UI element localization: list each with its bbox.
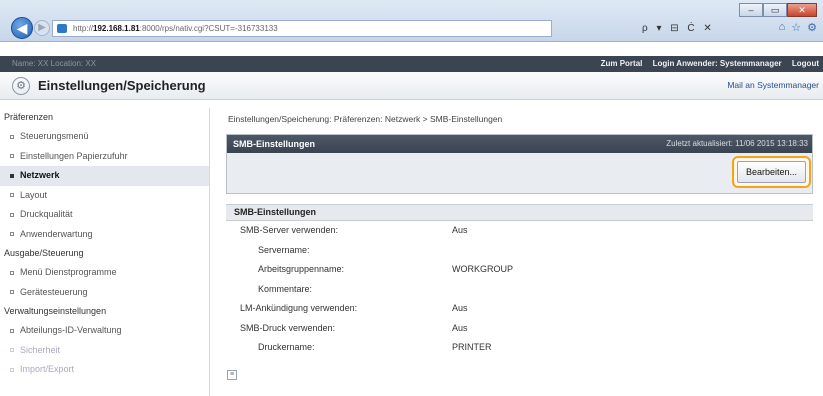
sidebar-item-user-maintenance[interactable]: Anwenderwartung xyxy=(0,225,209,245)
address-host: 192.168.1.81 xyxy=(93,24,140,33)
logout-link[interactable]: Logout xyxy=(792,59,819,68)
favicon-icon xyxy=(57,24,67,33)
bullet-icon xyxy=(10,232,14,237)
sidebar-item-import-export[interactable]: Import/Export xyxy=(0,360,209,380)
settings-row: Druckername: PRINTER xyxy=(226,338,813,358)
setting-label: Kommentare: xyxy=(258,283,313,294)
settings-panel: SMB-Einstellungen Zuletzt aktualisiert: … xyxy=(226,134,813,194)
bullet-icon xyxy=(10,270,14,275)
forward-button[interactable]: ▶ xyxy=(34,20,50,36)
main-content: Einstellungen/Speicherung: Präferenzen: … xyxy=(220,108,823,352)
sidebar-item-device-control[interactable]: Gerätesteuerung xyxy=(0,283,209,303)
settings-row: SMB-Druck verwenden: Aus xyxy=(226,319,813,339)
setting-label: SMB-Server verwenden: xyxy=(240,225,339,235)
edit-button-highlight: Bearbeiten... xyxy=(731,156,811,188)
settings-row: Kommentare: xyxy=(226,280,813,300)
panel-toolbar: Bearbeiten... xyxy=(227,153,812,193)
address-tools[interactable]: ρ ▾ ⊟ Ċ ✕ xyxy=(642,20,715,37)
sidebar-item-layout[interactable]: Layout xyxy=(0,186,209,206)
page-title: Einstellungen/Speicherung xyxy=(38,78,206,93)
sidebar-item-label: Layout xyxy=(20,189,48,200)
bullet-icon xyxy=(10,173,14,178)
page-header: ⚙ Einstellungen/Speicherung Mail an Syst… xyxy=(0,72,823,100)
address-bar[interactable]: http://192.168.1.81:8000/rps/nativ.cgi?C… xyxy=(52,20,552,37)
sidebar-item-network[interactable]: Netzwerk xyxy=(0,166,209,186)
sidebar-item-label: Steuerungsmenü xyxy=(20,131,89,141)
settings-row: Servername: xyxy=(226,241,813,261)
sidebar-item-label: Einstellungen Papierzufuhr xyxy=(20,150,128,161)
sidebar-item-label: Import/Export xyxy=(20,364,75,374)
bullet-icon xyxy=(10,154,14,159)
toolbar-icons: ⌂ ☆ ⚙ xyxy=(779,21,817,34)
portal-link[interactable]: Zum Portal xyxy=(601,59,643,68)
minimize-button[interactable]: – xyxy=(739,3,763,17)
gear-icon[interactable]: ⚙ xyxy=(807,21,817,34)
header-links: Zum Portal Login Anwender: Systemmanager… xyxy=(593,56,819,72)
setting-label: Arbeitsgruppenname: xyxy=(258,264,345,274)
setting-label: Servername: xyxy=(258,244,310,255)
bullet-icon xyxy=(10,134,14,139)
bullet-icon xyxy=(10,193,14,198)
sidebar-item-security[interactable]: Sicherheit xyxy=(0,341,209,361)
sidebar-heading-preferences[interactable]: Präferenzen xyxy=(0,108,209,127)
sidebar-item-print-quality[interactable]: Druckqualität xyxy=(0,205,209,225)
address-prefix: http:// xyxy=(73,24,94,33)
last-updated: Zuletzt aktualisiert: 11/06 2015 13:18:3… xyxy=(666,139,808,148)
setting-value: Aus xyxy=(452,303,468,313)
sidebar-item-control-menu[interactable]: Steuerungsmenü xyxy=(0,127,209,147)
device-topbar: Name: XX Location: XX Zum Portal Login A… xyxy=(0,56,823,72)
sidebar-heading-output[interactable]: Ausgabe/Steuerung xyxy=(0,244,209,263)
settings-gear-icon: ⚙ xyxy=(12,77,30,95)
bullet-icon xyxy=(10,348,14,353)
sidebar-item-utility-menu[interactable]: Menü Dienstprogramme xyxy=(0,263,209,283)
bullet-icon xyxy=(10,328,14,333)
address-rest: :8000/rps/nativ.cgi?CSUT=-316733133 xyxy=(139,24,278,33)
section-title: SMB-Einstellungen xyxy=(226,204,813,221)
sidebar-item-paper-feed[interactable]: Einstellungen Papierzufuhr xyxy=(0,147,209,167)
home-icon[interactable]: ⌂ xyxy=(779,21,786,34)
breadcrumb: Einstellungen/Speicherung: Präferenzen: … xyxy=(228,114,503,124)
sidebar-item-label: Netzwerk xyxy=(20,170,60,180)
sidebar-item-label: Gerätesteuerung xyxy=(20,286,88,297)
panel-header: SMB-Einstellungen Zuletzt aktualisiert: … xyxy=(227,135,812,153)
sidebar-item-label: Sicherheit xyxy=(20,344,61,355)
sidebar-item-label: Druckqualität xyxy=(20,209,73,219)
setting-value: WORKGROUP xyxy=(452,264,514,274)
setting-label: LM-Ankündigung verwenden: xyxy=(240,303,358,313)
sidebar-item-department-id[interactable]: Abteilungs-ID-Verwaltung xyxy=(0,321,209,341)
browser-chrome: – ▭ ✕ ◀ ▶ http://192.168.1.81:8000/rps/n… xyxy=(0,0,823,42)
bullet-icon xyxy=(10,212,14,217)
settings-row: LM-Ankündigung verwenden: Aus xyxy=(226,299,813,319)
setting-value: Aus xyxy=(452,322,468,333)
mail-link[interactable]: Mail an Systemmanager xyxy=(727,80,819,90)
login-user: Login Anwender: Systemmanager xyxy=(652,59,782,68)
sidebar-heading-management[interactable]: Verwaltungseinstellungen xyxy=(0,302,209,321)
bullet-icon xyxy=(10,367,14,372)
settings-row: SMB-Server verwenden: Aus xyxy=(226,221,813,241)
setting-label: Druckername: xyxy=(258,342,315,352)
sidebar-item-label: Abteilungs-ID-Verwaltung xyxy=(20,325,122,335)
bullet-icon xyxy=(10,290,14,295)
device-label: Name: XX Location: XX xyxy=(12,59,97,68)
sidebar: Präferenzen Steuerungsmenü Einstellungen… xyxy=(0,108,210,396)
page-top-icon[interactable]: ≡ xyxy=(227,370,237,380)
edit-button[interactable]: Bearbeiten... xyxy=(736,161,806,183)
settings-row: Arbeitsgruppenname: WORKGROUP xyxy=(226,260,813,280)
favorites-icon[interactable]: ☆ xyxy=(791,21,801,34)
back-button[interactable]: ◀ xyxy=(11,17,33,39)
setting-value: Aus xyxy=(452,225,468,235)
close-button[interactable]: ✕ xyxy=(787,3,817,17)
sidebar-item-label: Menü Dienstprogramme xyxy=(20,267,117,277)
sidebar-item-label: Anwenderwartung xyxy=(20,228,93,239)
panel-title: SMB-Einstellungen xyxy=(233,139,316,149)
window-controls: – ▭ ✕ xyxy=(739,3,817,17)
maximize-button[interactable]: ▭ xyxy=(763,3,787,17)
setting-label: SMB-Druck verwenden: xyxy=(240,322,336,333)
smb-settings-section: SMB-Einstellungen SMB-Server verwenden: A… xyxy=(226,204,813,358)
setting-value: PRINTER xyxy=(452,342,492,352)
